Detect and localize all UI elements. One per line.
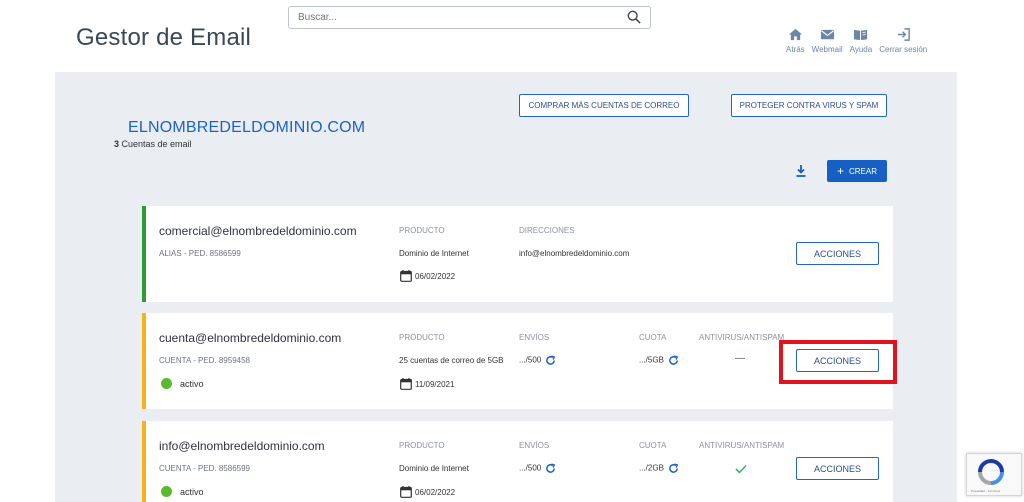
nav-help-label: Ayuda	[849, 45, 873, 54]
book-icon	[854, 29, 868, 41]
antivirus-status: —	[735, 353, 745, 364]
search-input[interactable]	[289, 7, 619, 28]
quota-value: .../2GB	[639, 463, 664, 473]
quota-label: CUOTA	[639, 333, 667, 342]
status-text: activo	[180, 486, 204, 497]
mail-icon	[820, 29, 834, 40]
calendar-icon	[400, 486, 412, 498]
refresh-icon[interactable]	[545, 463, 556, 474]
recaptcha-badge[interactable]: Privacidad - Términos	[966, 453, 1022, 496]
sends-label: ENVÍOS	[519, 441, 550, 450]
nav-back-label: Atrás	[786, 45, 805, 54]
domain-title: ELNOMBREDELDOMINIO.COM	[128, 119, 366, 136]
addresses-label: DIRECCIONES	[519, 226, 575, 235]
account-card: info@elnombredeldominio.com CUENTA - PED…	[142, 421, 893, 502]
date-value: 06/02/2022	[415, 487, 456, 497]
nav-logout-label: Cerrar sesión	[879, 45, 928, 54]
sends-label: ENVÍOS	[519, 333, 550, 342]
nav-help[interactable]: Ayuda	[849, 27, 873, 54]
status-bar	[142, 313, 146, 409]
date-value: 11/09/2021	[415, 379, 455, 389]
home-icon	[788, 28, 802, 41]
sends-value: .../500	[519, 355, 542, 365]
product-value: Dominio de Internet	[399, 249, 469, 258]
product-label: PRODUCTO	[399, 441, 445, 450]
status-bar	[142, 206, 146, 302]
account-count-label: Cuentas de email	[119, 139, 192, 149]
highlight-box	[779, 340, 897, 384]
buy-more-accounts-button[interactable]: COMPRAR MÁS CUENTAS DE CORREO	[519, 94, 689, 117]
sends: .../500	[519, 463, 556, 474]
status-text: activo	[180, 378, 204, 389]
account-card: comercial@elnombredeldominio.com ALIAS -…	[142, 206, 893, 302]
address-value: info@elnombredeldominio.com	[519, 249, 630, 258]
actions-button[interactable]: ACCIONES	[796, 457, 879, 480]
status-dot	[161, 486, 172, 497]
create-button-label: CREAR	[849, 166, 878, 176]
calendar-icon	[400, 378, 412, 390]
quota-label: CUOTA	[639, 441, 667, 450]
account-email: info@elnombredeldominio.com	[159, 439, 325, 453]
refresh-icon[interactable]	[545, 355, 556, 366]
date: 06/02/2022	[400, 486, 455, 498]
antivirus-label: ANTIVIRUS/ANTISPAM	[699, 441, 785, 450]
search-box[interactable]	[288, 6, 651, 29]
account-count: 3 Cuentas de email	[114, 139, 192, 149]
nav-webmail[interactable]: Webmail	[812, 27, 843, 54]
product-value: 25 cuentas de correo de 5GB	[399, 356, 504, 365]
quota: .../5GB	[639, 355, 679, 366]
account-email: cuenta@elnombredeldominio.com	[159, 331, 342, 345]
calendar-icon	[400, 270, 412, 282]
antivirus-label: ANTIVIRUS/ANTISPAM	[699, 333, 785, 342]
refresh-icon[interactable]	[668, 463, 679, 474]
recaptcha-icon	[978, 459, 1004, 485]
status: activo	[161, 486, 204, 497]
create-button[interactable]: + CREAR	[827, 160, 887, 182]
search-icon[interactable]	[627, 10, 641, 24]
product-label: PRODUCTO	[399, 226, 445, 235]
status: activo	[161, 378, 204, 389]
app-title: Gestor de Email	[76, 24, 252, 51]
quota-value: .../5GB	[639, 355, 664, 365]
product-label: PRODUCTO	[399, 333, 445, 342]
account-subtitle: ALIAS - PED. 8586599	[159, 249, 241, 258]
actions-button[interactable]: ACCIONES	[796, 242, 879, 265]
recaptcha-text: Privacidad - Términos	[971, 489, 1001, 493]
refresh-icon[interactable]	[668, 355, 679, 366]
download-icon[interactable]	[795, 164, 807, 178]
quota: .../2GB	[639, 463, 679, 474]
date: 06/02/2022	[400, 270, 455, 282]
account-subtitle: CUENTA - PED. 8959458	[159, 356, 251, 365]
protect-virus-spam-button[interactable]: PROTEGER CONTRA VIRUS Y SPAM	[731, 94, 887, 117]
plus-icon: +	[836, 164, 844, 178]
top-nav: Atrás Webmail Ayuda Cerrar sesión	[786, 27, 934, 54]
product-value: Dominio de Internet	[399, 464, 469, 473]
date-value: 06/02/2022	[415, 271, 456, 281]
nav-logout[interactable]: Cerrar sesión	[879, 27, 927, 54]
nav-webmail-label: Webmail	[811, 45, 843, 54]
check-icon	[735, 464, 747, 474]
sends-value: .../500	[519, 463, 542, 473]
nav-back[interactable]: Atrás	[786, 27, 805, 54]
date: 11/09/2021	[400, 378, 454, 390]
account-subtitle: CUENTA - PED. 8586599	[159, 464, 251, 473]
logout-icon	[897, 28, 910, 41]
status-dot	[161, 378, 172, 389]
status-bar	[142, 421, 146, 502]
account-email: comercial@elnombredeldominio.com	[159, 224, 357, 238]
sends: .../500	[519, 355, 556, 366]
